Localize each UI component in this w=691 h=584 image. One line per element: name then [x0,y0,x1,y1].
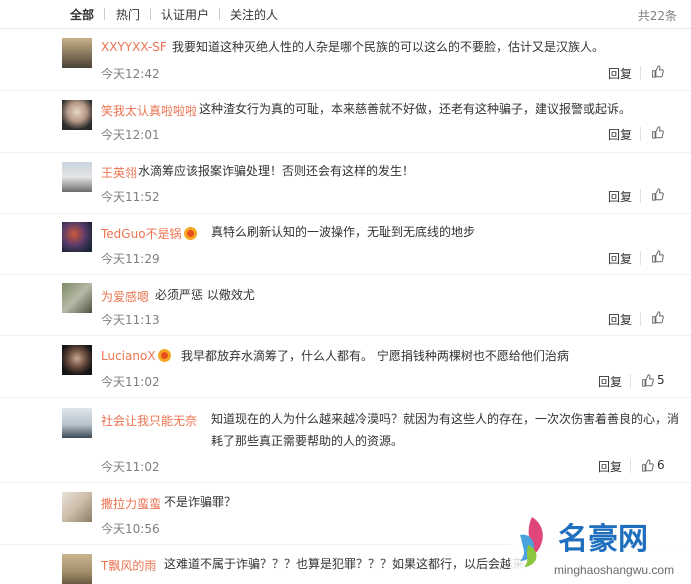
comment-time: 今天11:02 [101,375,160,389]
comment-item: XXYYXX-SF 我要知道这种灭绝人性的人杂是哪个民族的可以这么的不要脸，估计… [0,28,691,91]
comment-text: 我要知道这种灭绝人性的人杂是哪个民族的可以这么的不要脸，估计又是汉族人。 [172,40,605,54]
avatar[interactable] [62,38,92,68]
comment-time: 今天10:56 [101,522,160,536]
comment-username[interactable]: 社会让我只能无奈 [101,412,197,429]
comment-time: 今天11:52 [101,190,160,204]
tab-all[interactable]: 全部 [70,6,94,23]
like-button[interactable] [651,188,667,201]
action-divider [630,459,631,473]
reply-button[interactable]: 回复 [608,250,632,267]
like-button[interactable]: 6 [641,458,665,472]
avatar[interactable] [62,492,92,522]
comment-text: 知道现在的人为什么越来越冷漠吗？就因为有这些人的存在，一次次伤害着善良的心，消耗… [211,412,680,448]
action-divider [640,251,641,265]
action-divider [630,374,631,388]
comment-username-text: TedGuo不是锅 [101,227,182,241]
watermark-url: minghaoshangwu.com [554,563,674,577]
comment-time: 今天11:13 [101,313,160,327]
thumbs-up-icon [652,250,664,263]
avatar[interactable] [62,408,92,438]
tab-following[interactable]: 关注的人 [230,6,278,23]
comment-username[interactable]: 王英翎 [101,164,137,181]
reply-button[interactable]: 回复 [608,65,632,82]
comment-item: 王英翎 水滴筹应该报案诈骗处理！否则还会有这样的发生！ 今天11:52 回复 [0,152,691,214]
comment-text: 我早都放弃水滴筹了，什么人都有。 宁愿捐钱种两棵树也不愿给他们治病 [181,349,569,363]
thumbs-up-icon [652,188,664,201]
reply-button[interactable]: 回复 [608,311,632,328]
member-badge-icon [183,227,197,240]
site-watermark: 名豪网 minghaoshangwu.com [510,505,691,582]
avatar[interactable] [62,283,92,313]
comment-text: 不是诈骗罪？ [164,495,237,509]
thumbs-up-icon [652,126,664,139]
like-count: 6 [657,458,665,472]
member-badge-icon [157,349,171,362]
reply-button[interactable]: 回复 [608,188,632,205]
reply-button[interactable]: 回复 [598,458,622,475]
comment-text: 水滴筹应该报案诈骗处理！否则还会有这样的发生！ [138,164,415,178]
avatar[interactable] [62,222,92,252]
comment-username-text: LucianoX [101,349,156,363]
comment-username[interactable]: TedGuo不是锅 [101,225,197,242]
comment-text: 这难道不属于诈骗？？？也算是犯罪？？？如果这都行，以后会越来 [164,557,525,571]
comment-username[interactable]: 为爱感嗯 [101,288,149,305]
reply-button[interactable]: 回复 [598,373,622,390]
comment-time: 今天12:01 [101,128,160,142]
comment-count: 共22条 [637,9,677,23]
comment-time: 今天11:02 [101,460,160,474]
comment-username[interactable]: LucianoX [101,349,171,363]
thumbs-up-icon [642,458,654,472]
comment-item: 笑我太认真啦啦啦 这种渣女行为真的可耻，本来慈善就不好做，还老有这种骗子，建议报… [0,90,691,153]
like-button[interactable] [651,65,667,78]
comment-item: 为爱感嗯 必须严惩 以儆效尤 今天11:13 回复 [0,274,691,336]
tab-divider [150,8,151,20]
avatar[interactable] [62,554,92,584]
comment-time: 今天12:42 [101,67,160,81]
comment-item: LucianoX 我早都放弃水滴筹了，什么人都有。 宁愿捐钱种两棵树也不愿给他们… [0,335,691,398]
action-divider [640,312,641,326]
like-button[interactable]: 5 [641,373,665,387]
tab-divider [104,8,105,20]
avatar[interactable] [62,100,92,130]
comment-username[interactable]: 笑我太认真啦啦啦 [101,102,197,119]
comment-username[interactable]: XXYYXX-SF [101,40,167,54]
tab-hot[interactable]: 热门 [116,6,140,23]
tab-verified-users[interactable]: 认证用户 [161,6,209,23]
comment-username[interactable]: T飘风的雨 [101,557,156,574]
comment-username[interactable]: 撒拉力蛮蛮 [101,495,161,512]
comment-time: 今天11:29 [101,252,160,266]
comment-item: TedGuo不是锅 真特么刷新认知的一波操作，无耻到无底线的地步 今天11:29… [0,213,691,275]
like-button[interactable] [651,311,667,324]
action-divider [640,189,641,203]
comment-text: 这种渣女行为真的可耻，本来慈善就不好做，还老有这种骗子，建议报警或起诉。 [199,102,632,116]
comment-text: 真特么刷新认知的一波操作，无耻到无底线的地步 [211,225,476,239]
comment-item: 社会让我只能无奈 知道现在的人为什么越来越冷漠吗？就因为有这些人的存在，一次次伤… [0,397,691,483]
avatar[interactable] [62,345,92,375]
tab-divider [219,8,220,20]
thumbs-up-icon [642,373,654,387]
avatar[interactable] [62,162,92,192]
watermark-name: 名豪网 [558,522,648,556]
action-divider [640,127,641,141]
comment-filter-tabs: 全部 热门 认证用户 关注的人 共22条 [0,0,691,29]
thumbs-up-icon [652,311,664,324]
like-count: 5 [657,373,665,387]
comment-text: 必须严惩 以儆效尤 [155,288,255,302]
thumbs-up-icon [652,65,664,78]
like-button[interactable] [651,126,667,139]
action-divider [640,66,641,80]
like-button[interactable] [651,250,667,263]
reply-button[interactable]: 回复 [608,126,632,143]
